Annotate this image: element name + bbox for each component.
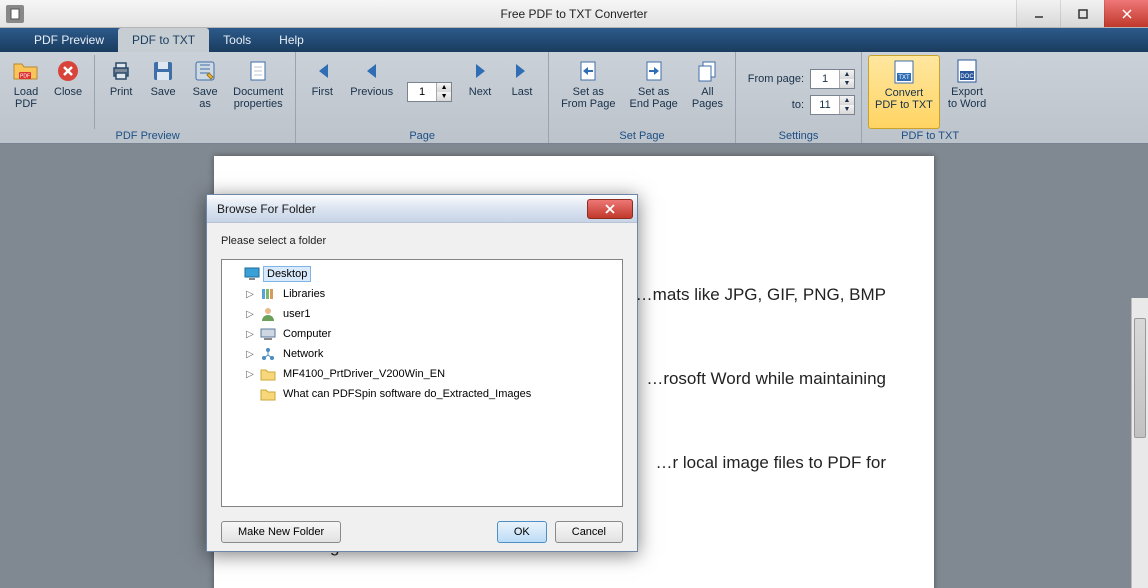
ok-button[interactable]: OK xyxy=(497,521,547,543)
folder-icon xyxy=(260,386,276,402)
save-as-button[interactable]: Saveas xyxy=(185,55,225,129)
dialog-prompt: Please select a folder xyxy=(221,235,623,247)
page-end-icon xyxy=(640,57,668,85)
app-icon xyxy=(6,5,24,23)
close-pdf-button[interactable]: Close xyxy=(48,55,88,129)
next-page-button[interactable]: Next xyxy=(460,55,500,129)
tab-tools[interactable]: Tools xyxy=(209,28,265,52)
title-bar: Free PDF to TXT Converter xyxy=(0,0,1148,28)
set-end-page-button[interactable]: Set asEnd Page xyxy=(623,55,683,129)
tree-node[interactable]: What can PDFSpin software do_Extracted_I… xyxy=(224,384,620,404)
monitor-icon xyxy=(244,266,260,282)
cancel-button[interactable]: Cancel xyxy=(555,521,623,543)
minimize-button[interactable] xyxy=(1016,0,1060,27)
libraries-icon xyxy=(260,286,276,302)
svg-text:PDF: PDF xyxy=(20,74,30,80)
expand-icon[interactable]: ▷ xyxy=(244,309,256,320)
document-icon xyxy=(244,57,272,85)
folder-open-icon: PDF xyxy=(12,57,40,85)
expand-icon[interactable]: ▷ xyxy=(244,349,256,360)
save-icon xyxy=(149,57,177,85)
tree-node-label: Computer xyxy=(280,327,334,341)
dialog-close-button[interactable] xyxy=(587,199,633,219)
folder-tree[interactable]: Desktop ▷ Libraries ▷ user1 ▷ Computer ▷ Network… xyxy=(221,259,623,507)
close-circle-icon xyxy=(54,57,82,85)
tree-node-label: What can PDFSpin software do_Extracted_I… xyxy=(280,387,534,401)
load-pdf-button[interactable]: PDF LoadPDF xyxy=(6,55,46,129)
user-icon xyxy=(260,306,276,322)
tree-node-label: Network xyxy=(280,347,326,361)
svg-text:TXT: TXT xyxy=(898,75,910,81)
save-button[interactable]: Save xyxy=(143,55,183,129)
group-pdf-preview: PDF LoadPDF Close Print Save xyxy=(0,52,296,143)
window-title: Free PDF to TXT Converter xyxy=(501,7,648,21)
to-page-label: to: xyxy=(742,99,804,111)
all-pages-button[interactable]: AllPages xyxy=(686,55,729,129)
tab-help[interactable]: Help xyxy=(265,28,318,52)
document-properties-button[interactable]: Documentproperties xyxy=(227,55,289,129)
previous-icon xyxy=(358,57,386,85)
last-page-button[interactable]: Last xyxy=(502,55,542,129)
previous-page-button[interactable]: Previous xyxy=(344,55,399,129)
from-page-label: From page: xyxy=(742,73,804,85)
spin-down-icon[interactable]: ▼ xyxy=(437,92,451,101)
printer-icon xyxy=(107,57,135,85)
page-from-icon xyxy=(574,57,602,85)
current-page-spinner[interactable]: 1 ▲▼ xyxy=(407,82,452,102)
folder-icon xyxy=(260,366,276,382)
to-page-spinner[interactable]: 11▲▼ xyxy=(810,95,855,115)
tree-node-label: user1 xyxy=(280,307,314,321)
close-button[interactable] xyxy=(1104,0,1148,27)
txt-file-icon: TXT xyxy=(890,58,918,86)
group-set-page: Set asFrom Page Set asEnd Page AllPages … xyxy=(549,52,736,143)
first-icon xyxy=(308,57,336,85)
pages-icon xyxy=(693,57,721,85)
save-as-icon xyxy=(191,57,219,85)
maximize-button[interactable] xyxy=(1060,0,1104,27)
tree-node[interactable]: ▷ Libraries xyxy=(224,284,620,304)
tab-pdf-to-txt[interactable]: PDF to TXT xyxy=(118,28,209,52)
tree-node-label: MF4100_PrtDriver_V200Win_EN xyxy=(280,367,448,381)
word-file-icon: DOC xyxy=(953,57,981,85)
dialog-title: Browse For Folder xyxy=(217,202,316,216)
expand-icon[interactable]: ▷ xyxy=(244,329,256,340)
export-to-word-button[interactable]: DOC Exportto Word xyxy=(942,55,992,129)
convert-pdf-to-txt-button[interactable]: TXT ConvertPDF to TXT xyxy=(868,55,940,129)
group-pdf-to-txt: TXT ConvertPDF to TXT DOC Exportto Word … xyxy=(862,52,998,143)
tab-pdf-preview[interactable]: PDF Preview xyxy=(20,28,118,52)
ribbon: PDF LoadPDF Close Print Save xyxy=(0,52,1148,144)
expand-icon[interactable]: ▷ xyxy=(244,369,256,380)
tree-node[interactable]: ▷ MF4100_PrtDriver_V200Win_EN xyxy=(224,364,620,384)
computer-icon xyxy=(260,326,276,342)
group-settings: From page: 1▲▼ to: 11▲▼ Settings xyxy=(736,52,862,143)
print-button[interactable]: Print xyxy=(101,55,141,129)
expand-icon[interactable]: ▷ xyxy=(244,289,256,300)
tree-node-label: Libraries xyxy=(280,287,328,301)
last-icon xyxy=(508,57,536,85)
tree-node[interactable]: Desktop xyxy=(224,264,620,284)
spin-up-icon[interactable]: ▲ xyxy=(437,83,451,92)
vertical-scrollbar[interactable] xyxy=(1131,298,1148,588)
tree-node[interactable]: ▷ Network xyxy=(224,344,620,364)
first-page-button[interactable]: First xyxy=(302,55,342,129)
from-page-spinner[interactable]: 1▲▼ xyxy=(810,69,855,89)
tree-node[interactable]: ▷ user1 xyxy=(224,304,620,324)
network-icon xyxy=(260,346,276,362)
next-icon xyxy=(466,57,494,85)
browse-folder-dialog: Browse For Folder Please select a folder… xyxy=(206,194,638,552)
group-page: First Previous 1 ▲▼ Next xyxy=(296,52,549,143)
dialog-titlebar: Browse For Folder xyxy=(207,195,637,223)
make-new-folder-button[interactable]: Make New Folder xyxy=(221,521,341,543)
tree-node[interactable]: ▷ Computer xyxy=(224,324,620,344)
tree-node-label: Desktop xyxy=(264,267,310,281)
svg-text:DOC: DOC xyxy=(960,74,974,80)
set-from-page-button[interactable]: Set asFrom Page xyxy=(555,55,621,129)
menu-strip: PDF Preview PDF to TXT Tools Help xyxy=(0,28,1148,52)
